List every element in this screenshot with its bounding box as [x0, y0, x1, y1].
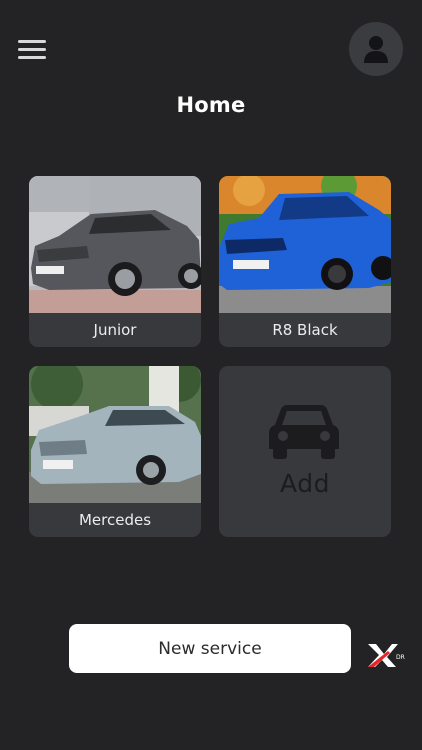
add-label: Add	[280, 469, 330, 498]
new-service-button[interactable]: New service	[69, 624, 351, 673]
vehicle-photo	[29, 176, 201, 313]
vehicle-card-r8-black[interactable]: R8 Black	[219, 176, 391, 347]
vehicle-name: Junior	[93, 321, 137, 339]
vehicle-card-junior[interactable]: Junior	[29, 176, 201, 347]
car-icon	[269, 405, 339, 459]
profile-button[interactable]	[349, 22, 403, 76]
vehicle-name: R8 Black	[272, 321, 338, 339]
xd-logo: DR	[368, 644, 405, 667]
user-icon	[364, 36, 388, 63]
add-vehicle-card[interactable]: Add	[219, 366, 391, 537]
vehicle-grid: Junior R8 Black Mercedes Add	[29, 176, 391, 538]
page-title: Home	[176, 93, 246, 117]
vehicle-photo	[29, 366, 201, 503]
vehicle-photo	[219, 176, 391, 313]
vehicle-card-mercedes[interactable]: Mercedes	[29, 366, 201, 537]
svg-text:DR: DR	[396, 654, 405, 661]
hamburger-menu-icon[interactable]	[18, 40, 46, 60]
vehicle-name: Mercedes	[78, 511, 152, 529]
